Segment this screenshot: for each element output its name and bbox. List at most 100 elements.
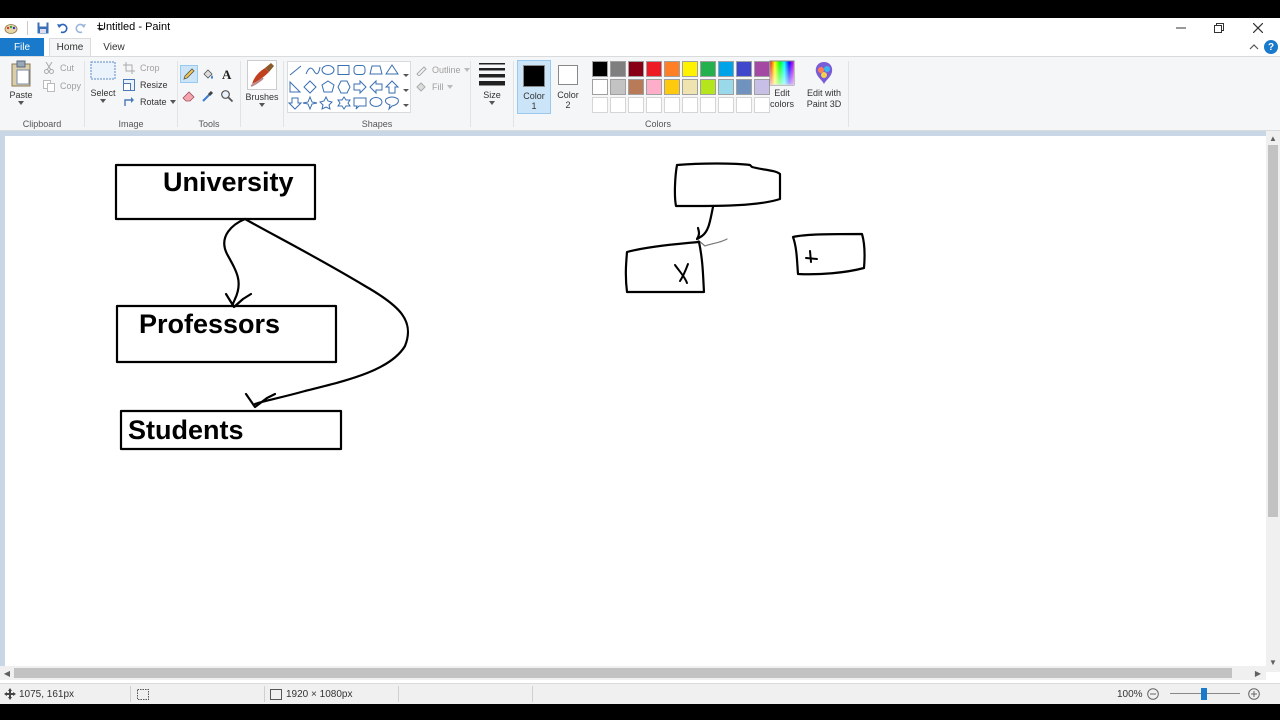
rotate-button[interactable]: Rotate xyxy=(122,94,176,110)
palette-swatch[interactable] xyxy=(736,79,752,95)
zoom-out-button[interactable] xyxy=(1147,687,1159,701)
edit-colors-label-line1: Edit xyxy=(774,88,790,98)
vertical-scrollbar[interactable]: ▲ ▼ xyxy=(1266,131,1280,672)
move-cursor-icon xyxy=(4,688,16,700)
palette-swatch[interactable] xyxy=(700,79,716,95)
scissors-icon xyxy=(42,61,56,75)
fill-label: Fill xyxy=(432,82,444,92)
horizontal-scrollbar[interactable]: ◀ ▶ xyxy=(0,666,1266,680)
drawing-canvas[interactable]: University Professors Students xyxy=(5,136,1266,672)
color1-button[interactable]: Color 1 xyxy=(517,60,551,114)
vertical-scroll-thumb[interactable] xyxy=(1268,145,1278,517)
title-bar: Untitled - Paint xyxy=(0,18,1280,38)
group-separator xyxy=(848,61,849,127)
scroll-left-icon[interactable]: ◀ xyxy=(1,667,13,679)
collapse-ribbon-icon[interactable] xyxy=(1247,40,1261,54)
tools-group-label: Tools xyxy=(198,119,220,129)
status-separator xyxy=(264,686,265,702)
crop-button[interactable]: Crop xyxy=(122,60,160,76)
palette-swatch[interactable] xyxy=(592,61,608,77)
edit-3d-label-line2: Paint 3D xyxy=(806,99,842,109)
palette-swatch[interactable] xyxy=(718,79,734,95)
custom-color-slot[interactable] xyxy=(646,97,662,113)
paste-button[interactable]: Paste xyxy=(6,60,36,105)
palette-swatch[interactable] xyxy=(628,61,644,77)
scroll-right-icon[interactable]: ▶ xyxy=(1252,667,1264,679)
custom-color-slot[interactable] xyxy=(592,97,608,113)
custom-color-slot[interactable] xyxy=(718,97,734,113)
resize-button[interactable]: Resize xyxy=(122,77,168,93)
svg-text:A: A xyxy=(222,67,232,81)
palette-swatch[interactable] xyxy=(610,79,626,95)
palette-swatch[interactable] xyxy=(610,61,626,77)
size-button[interactable]: Size xyxy=(476,60,508,105)
palette-swatch[interactable] xyxy=(682,79,698,95)
edit-with-paint3d-button[interactable]: Edit with Paint 3D xyxy=(804,60,844,110)
palette-swatch[interactable] xyxy=(682,61,698,77)
palette-swatch[interactable] xyxy=(700,61,716,77)
brushes-group: Brushes xyxy=(241,57,283,131)
scroll-up-icon[interactable]: ▲ xyxy=(1267,132,1279,144)
close-button[interactable] xyxy=(1235,18,1280,38)
custom-color-slot[interactable] xyxy=(664,97,680,113)
palette-swatch[interactable] xyxy=(718,61,734,77)
text-tool[interactable]: A xyxy=(218,65,236,83)
palette-swatch[interactable] xyxy=(736,61,752,77)
palette-swatch[interactable] xyxy=(664,61,680,77)
eraser-tool[interactable] xyxy=(180,87,198,105)
custom-color-slot[interactable] xyxy=(610,97,626,113)
cut-button[interactable]: Cut xyxy=(42,60,74,76)
fill-button[interactable]: Fill xyxy=(414,79,453,95)
fill-tool[interactable] xyxy=(199,65,217,83)
brushes-button[interactable]: Brushes xyxy=(245,60,279,107)
selection-icon xyxy=(137,688,149,700)
tab-file[interactable]: File xyxy=(0,38,44,56)
horizontal-scroll-thumb[interactable] xyxy=(14,668,1232,678)
save-icon[interactable] xyxy=(35,20,51,36)
palette-swatch[interactable] xyxy=(646,61,662,77)
color1-swatch xyxy=(523,65,545,87)
palette-swatch[interactable] xyxy=(664,79,680,95)
color2-button[interactable]: Color 2 xyxy=(551,60,585,114)
plus-stroke-1 xyxy=(809,250,812,263)
palette-swatch[interactable] xyxy=(592,79,608,95)
cursor-position: 1075, 161px xyxy=(4,687,74,701)
shapes-group-label: Shapes xyxy=(361,119,393,129)
outline-icon xyxy=(414,63,428,77)
canvas-drawing xyxy=(114,162,866,451)
zoom-in-icon xyxy=(1248,688,1260,700)
sketch-connector xyxy=(695,205,715,241)
help-icon[interactable]: ? xyxy=(1264,40,1278,54)
colors-group: Color 1 Color 2 Edit colors Edit with Pa… xyxy=(514,57,848,131)
edit-colors-label-line2: colors xyxy=(769,99,794,109)
image-size: 1920 × 1080px xyxy=(270,687,352,701)
custom-color-slot[interactable] xyxy=(682,97,698,113)
custom-color-slot[interactable] xyxy=(628,97,644,113)
size-group: Size xyxy=(471,57,513,131)
scroll-down-icon[interactable]: ▼ xyxy=(1267,656,1279,668)
zoom-in-button[interactable] xyxy=(1248,687,1260,701)
palette-swatch[interactable] xyxy=(646,79,662,95)
chevron-down-icon xyxy=(446,85,453,89)
custom-color-slot[interactable] xyxy=(736,97,752,113)
select-button[interactable]: Select xyxy=(89,60,117,103)
outline-button[interactable]: Outline xyxy=(414,62,470,78)
palette-swatch[interactable] xyxy=(628,79,644,95)
tab-home[interactable]: Home xyxy=(49,38,91,56)
paint-app-icon[interactable] xyxy=(3,20,19,36)
paint-window: Untitled - Paint File Home View ? Paste xyxy=(0,18,1280,704)
selection-size xyxy=(137,687,149,701)
custom-color-slot[interactable] xyxy=(700,97,716,113)
redo-icon[interactable] xyxy=(73,20,89,36)
crop-icon xyxy=(122,61,136,75)
zoom-slider-thumb[interactable] xyxy=(1201,688,1207,700)
copy-icon xyxy=(42,79,56,93)
magnifier-tool[interactable] xyxy=(218,87,236,105)
tab-view[interactable]: View xyxy=(96,38,132,56)
shapes-gallery[interactable] xyxy=(287,61,411,113)
undo-icon[interactable] xyxy=(54,20,70,36)
edit-colors-button[interactable]: Edit colors xyxy=(767,60,797,110)
color-picker-tool[interactable] xyxy=(199,87,217,105)
pencil-tool[interactable] xyxy=(180,65,198,83)
copy-button[interactable]: Copy xyxy=(42,78,81,94)
